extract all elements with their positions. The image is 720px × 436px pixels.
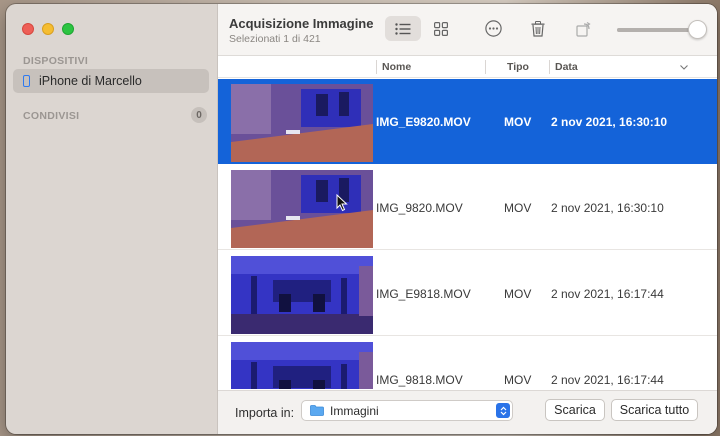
selection-status: Selezionati 1 di 421 — [229, 33, 321, 45]
folder-icon — [310, 405, 324, 416]
rotate-button[interactable] — [566, 16, 602, 41]
file-date: 2 nov 2021, 16:30:10 — [551, 114, 668, 129]
video-thumbnail — [231, 170, 373, 248]
shared-section-header: CONDIVISI — [23, 110, 80, 122]
toolbar: Acquisizione Immagine Selezionati 1 di 4… — [218, 4, 717, 56]
download-button[interactable]: Scarica — [545, 399, 605, 421]
file-name: IMG_E9820.MOV — [376, 114, 471, 129]
footer-bar: Importa in: Immagini Scarica Scarica tut… — [218, 390, 717, 434]
window-title: Acquisizione Immagine — [229, 16, 374, 31]
column-separator — [549, 60, 550, 74]
main-pane: Acquisizione Immagine Selezionati 1 di 4… — [218, 4, 717, 434]
more-options-button[interactable] — [475, 16, 511, 41]
zoom-window-button[interactable] — [62, 23, 74, 35]
slider-knob[interactable] — [688, 20, 707, 39]
import-to-label: Importa in: — [235, 406, 295, 420]
mouse-cursor-icon — [336, 194, 348, 212]
iphone-icon — [23, 75, 30, 87]
sort-chevron-down-icon[interactable] — [680, 56, 688, 78]
file-type: MOV — [504, 372, 532, 387]
close-window-button[interactable] — [22, 23, 34, 35]
file-type: MOV — [504, 286, 532, 301]
grid-view-button[interactable] — [423, 16, 459, 41]
file-name: IMG_E9818.MOV — [376, 286, 471, 301]
file-date: 2 nov 2021, 16:17:44 — [551, 372, 664, 387]
devices-section-header: DISPOSITIVI — [23, 55, 89, 67]
trash-icon — [531, 20, 545, 37]
video-thumbnail — [231, 256, 373, 334]
window-controls — [22, 23, 74, 35]
more-options-icon — [484, 20, 502, 37]
video-thumbnail — [231, 342, 373, 389]
download-all-button[interactable]: Scarica tutto — [611, 399, 698, 421]
table-row[interactable]: IMG_9820.MOV MOV 2 nov 2021, 16:30:10 — [218, 165, 717, 250]
name-column-header[interactable]: Nome — [382, 56, 411, 78]
column-header-row: Nome Tipo Data — [218, 56, 717, 78]
table-row[interactable]: IMG_E9818.MOV MOV 2 nov 2021, 16:17:44 — [218, 251, 717, 336]
minimize-window-button[interactable] — [42, 23, 54, 35]
chevron-up-down-icon — [496, 403, 510, 418]
file-date: 2 nov 2021, 16:30:10 — [551, 200, 664, 215]
table-row[interactable]: IMG_E9820.MOV MOV 2 nov 2021, 16:30:10 — [218, 79, 717, 164]
device-name-label: iPhone di Marcello — [39, 74, 142, 88]
file-type: MOV — [504, 200, 532, 215]
image-capture-window: DISPOSITIVI iPhone di Marcello CONDIVISI… — [6, 4, 717, 434]
file-list: IMG_E9820.MOV MOV 2 nov 2021, 16:30:10 I… — [218, 79, 717, 389]
sidebar-item-iphone[interactable]: iPhone di Marcello — [13, 69, 209, 93]
file-type: MOV — [504, 114, 532, 129]
table-row[interactable]: IMG_9818.MOV MOV 2 nov 2021, 16:17:44 — [218, 337, 717, 389]
grid-view-icon — [434, 21, 448, 36]
rotate-icon — [576, 21, 591, 37]
video-thumbnail — [231, 84, 373, 162]
file-name: IMG_9818.MOV — [376, 372, 463, 387]
column-separator — [485, 60, 486, 74]
list-view-icon — [395, 22, 411, 35]
delete-button[interactable] — [520, 16, 556, 41]
import-destination-value: Immagini — [330, 403, 379, 418]
import-destination-select[interactable]: Immagini — [301, 400, 513, 421]
file-name: IMG_9820.MOV — [376, 200, 463, 215]
shared-count-badge: 0 — [191, 107, 207, 123]
sidebar: DISPOSITIVI iPhone di Marcello CONDIVISI… — [6, 4, 218, 434]
column-separator — [376, 60, 377, 74]
list-view-button[interactable] — [385, 16, 421, 41]
type-column-header[interactable]: Tipo — [507, 56, 529, 78]
file-date: 2 nov 2021, 16:17:44 — [551, 286, 664, 301]
date-column-header[interactable]: Data — [555, 56, 578, 78]
thumbnail-size-slider[interactable] — [617, 28, 695, 32]
slider-fill — [617, 28, 695, 32]
